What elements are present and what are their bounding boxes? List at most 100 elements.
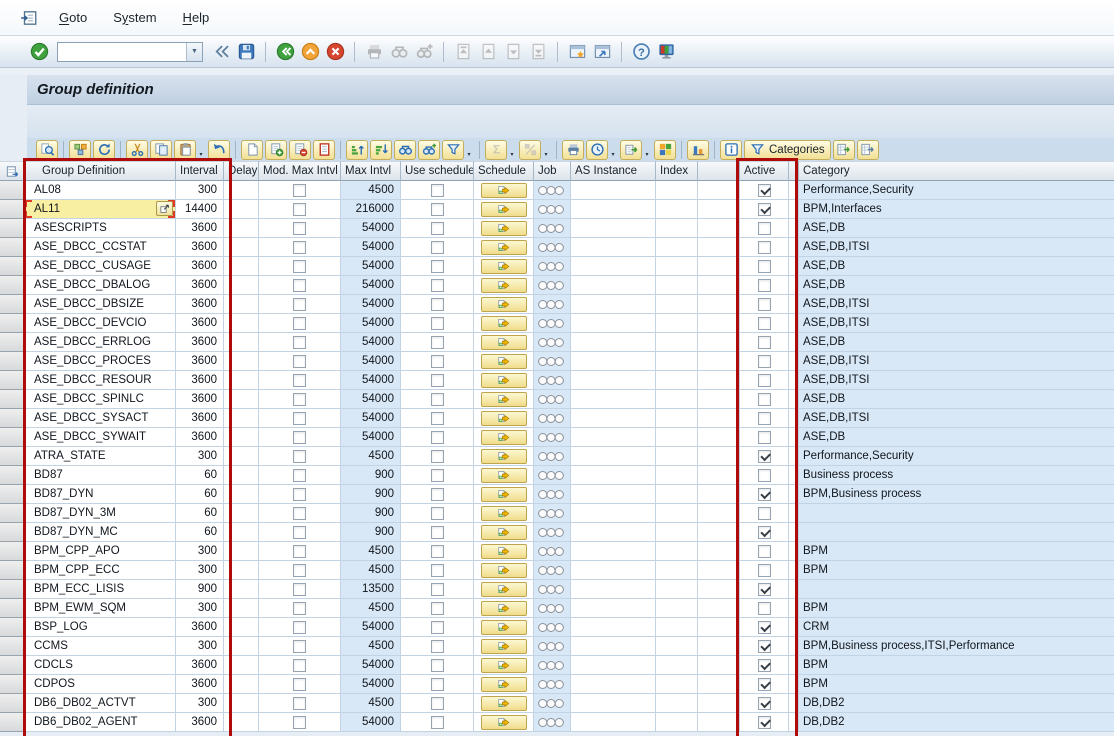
mod-max-intvl-checkbox[interactable] (293, 393, 306, 406)
job-cell[interactable] (534, 637, 571, 656)
mod-max-intvl-checkbox[interactable] (293, 412, 306, 425)
job-links-icon[interactable] (538, 280, 565, 291)
delay-cell[interactable] (224, 523, 259, 542)
as-instance-cell[interactable] (571, 466, 656, 485)
as-instance-cell[interactable] (571, 238, 656, 257)
group-definition-cell[interactable]: BPM_EWM_SQM (25, 599, 176, 618)
interval-cell[interactable]: 300 (176, 181, 224, 200)
categories-button[interactable]: Categories (744, 140, 831, 160)
index-cell[interactable] (656, 561, 698, 580)
schedule-button[interactable] (481, 411, 527, 426)
row-selector[interactable] (0, 409, 25, 428)
job-links-icon[interactable] (538, 546, 565, 557)
active-checkbox[interactable] (758, 412, 771, 425)
group-definition-cell[interactable]: BD87_DYN_MC (25, 523, 176, 542)
delay-cell[interactable] (224, 599, 259, 618)
schedule-button[interactable] (481, 677, 527, 692)
group-definition-cell[interactable]: ATRA_STATE (25, 447, 176, 466)
use-schedule-checkbox[interactable] (431, 279, 444, 292)
active-checkbox[interactable] (758, 336, 771, 349)
schedule-button[interactable] (481, 563, 527, 578)
interval-cell[interactable]: 3600 (176, 276, 224, 295)
interval-cell[interactable]: 3600 (176, 428, 224, 447)
find-entries-button[interactable] (394, 140, 416, 160)
as-instance-cell[interactable] (571, 333, 656, 352)
schedule-button[interactable] (481, 620, 527, 635)
job-links-icon[interactable] (538, 679, 565, 690)
delay-cell[interactable] (224, 371, 259, 390)
mod-max-intvl-checkbox[interactable] (293, 488, 306, 501)
group-definition-cell[interactable]: CCMS (25, 637, 176, 656)
check-entries-button[interactable] (69, 140, 91, 160)
interval-cell[interactable]: 60 (176, 466, 224, 485)
job-cell[interactable] (534, 580, 571, 599)
index-cell[interactable] (656, 618, 698, 637)
use-schedule-checkbox[interactable] (431, 526, 444, 539)
row-selector[interactable] (0, 238, 25, 257)
row-selector[interactable] (0, 390, 25, 409)
use-schedule-checkbox[interactable] (431, 507, 444, 520)
delay-cell[interactable] (224, 409, 259, 428)
group-definition-cell[interactable]: ASE_DBCC_DBSIZE (25, 295, 176, 314)
job-cell[interactable] (534, 713, 571, 732)
index-cell[interactable] (656, 295, 698, 314)
menu-goto[interactable]: Goto (46, 7, 100, 28)
index-cell[interactable] (656, 200, 698, 219)
cut-button[interactable] (126, 140, 148, 160)
job-links-icon[interactable] (538, 622, 565, 633)
column-header-active[interactable]: Active (740, 161, 789, 181)
delay-cell[interactable] (224, 314, 259, 333)
mod-max-intvl-checkbox[interactable] (293, 336, 306, 349)
use-schedule-checkbox[interactable] (431, 393, 444, 406)
copy-table-button[interactable] (833, 140, 855, 160)
job-cell[interactable] (534, 333, 571, 352)
index-cell[interactable] (656, 219, 698, 238)
column-header-index[interactable]: Index (656, 161, 698, 181)
group-definition-cell[interactable]: BSP_LOG (25, 618, 176, 637)
schedule-button[interactable] (481, 259, 527, 274)
job-cell[interactable] (534, 238, 571, 257)
mod-max-intvl-checkbox[interactable] (293, 545, 306, 558)
command-field-dropdown-icon[interactable]: ▼ (186, 43, 202, 61)
mod-max-intvl-checkbox[interactable] (293, 241, 306, 254)
job-links-icon[interactable] (538, 489, 565, 500)
group-definition-cell[interactable]: AL11 (25, 200, 176, 219)
delay-cell[interactable] (224, 694, 259, 713)
schedule-button[interactable] (481, 696, 527, 711)
column-header-max-intvl[interactable]: Max Intvl (341, 161, 401, 181)
group-definition-cell[interactable]: ASE_DBCC_CCSTAT (25, 238, 176, 257)
mod-max-intvl-checkbox[interactable] (293, 678, 306, 691)
views-button[interactable] (586, 140, 608, 160)
column-header-mod-max-intvl[interactable]: Mod. Max Intvl (259, 161, 341, 181)
as-instance-cell[interactable] (571, 352, 656, 371)
schedule-button[interactable] (481, 430, 527, 445)
group-definition-cell[interactable]: BD87 (25, 466, 176, 485)
as-instance-cell[interactable] (571, 447, 656, 466)
schedule-button[interactable] (481, 297, 527, 312)
as-instance-cell[interactable] (571, 542, 656, 561)
interval-cell[interactable]: 3600 (176, 656, 224, 675)
delay-cell[interactable] (224, 466, 259, 485)
mod-max-intvl-checkbox[interactable] (293, 526, 306, 539)
job-cell[interactable] (534, 542, 571, 561)
as-instance-cell[interactable] (571, 276, 656, 295)
schedule-button[interactable] (481, 506, 527, 521)
row-selector[interactable] (0, 561, 25, 580)
row-selector[interactable] (0, 713, 25, 732)
select-all-button[interactable] (0, 161, 25, 181)
schedule-button[interactable] (481, 449, 527, 464)
schedule-button[interactable] (481, 392, 527, 407)
job-links-icon[interactable] (538, 565, 565, 576)
interval-cell[interactable]: 3600 (176, 257, 224, 276)
index-cell[interactable] (656, 181, 698, 200)
schedule-button[interactable] (481, 373, 527, 388)
details-button[interactable] (36, 140, 58, 160)
as-instance-cell[interactable] (571, 485, 656, 504)
index-cell[interactable] (656, 485, 698, 504)
back-button[interactable] (274, 41, 296, 63)
mod-max-intvl-checkbox[interactable] (293, 184, 306, 197)
interval-cell[interactable]: 14400 (176, 200, 224, 219)
sort-ascending-button[interactable] (346, 140, 368, 160)
row-selector[interactable] (0, 618, 25, 637)
group-definition-cell[interactable]: ASE_DBCC_DEVCIO (25, 314, 176, 333)
